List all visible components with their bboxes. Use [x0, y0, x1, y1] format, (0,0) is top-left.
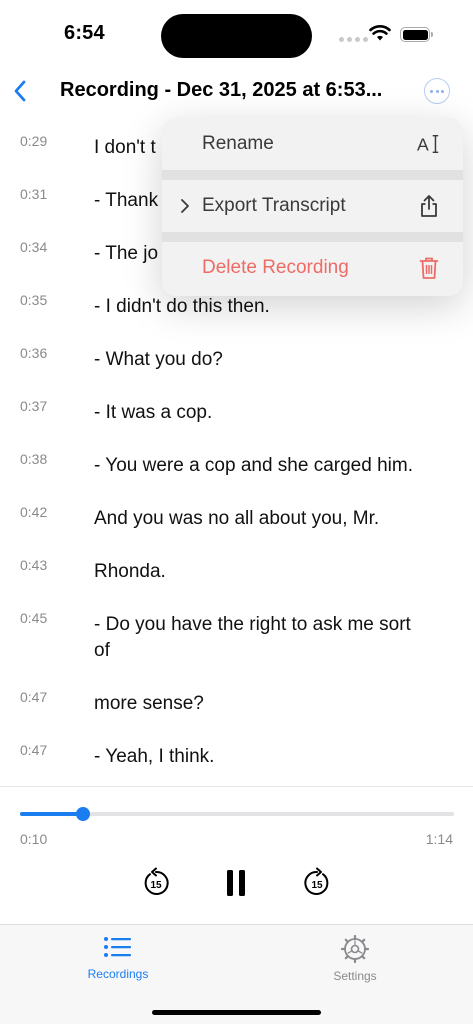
segment-timestamp: 0:37: [20, 398, 48, 414]
menu-separator: [162, 170, 463, 180]
rename-menu-item[interactable]: Rename A: [162, 118, 463, 170]
status-bar: 6:54: [0, 0, 473, 62]
cellular-signal-icon: [339, 37, 368, 42]
export-transcript-label: Export Transcript: [202, 195, 346, 216]
segment-text: And you was no all about you, Mr.: [94, 508, 380, 529]
back-button[interactable]: [8, 76, 32, 106]
tab-bar: Recordings Settings: [0, 924, 473, 1024]
menu-separator: [162, 232, 463, 242]
segment-timestamp: 0:35: [20, 292, 48, 308]
rename-label: Rename: [202, 133, 274, 154]
segment-text: - Yeah, I think.: [94, 746, 215, 767]
trash-icon: [417, 256, 441, 280]
segment-text: - Do you have the right to ask me sort o…: [94, 614, 411, 661]
chevron-right-icon: [181, 199, 189, 213]
tab-recordings[interactable]: Recordings: [58, 935, 178, 991]
svg-text:A: A: [417, 134, 429, 154]
text-cursor-icon: A: [417, 132, 441, 156]
share-icon: [417, 194, 441, 218]
progress-thumb[interactable]: [76, 807, 91, 821]
wifi-icon: [369, 24, 391, 47]
segment-timestamp: 0:29: [20, 133, 48, 149]
status-time: 6:54: [64, 22, 105, 44]
tab-settings-label: Settings: [333, 969, 377, 983]
segment-text: more sense?: [94, 693, 204, 714]
tab-settings[interactable]: Settings: [295, 935, 415, 991]
segment-timestamp: 0:45: [20, 610, 48, 626]
current-time: 0:10: [20, 831, 48, 847]
svg-text:15: 15: [311, 880, 323, 891]
segment-timestamp: 0:38: [20, 451, 48, 467]
segment-text: - What you do?: [94, 349, 223, 370]
pause-icon: [227, 870, 245, 896]
gear-icon: [341, 935, 369, 963]
nav-bar: Recording - Dec 31, 2025 at 6:53...: [0, 62, 473, 118]
svg-text:15: 15: [150, 880, 162, 891]
segment-text: Rhonda.: [94, 561, 166, 582]
tab-recordings-label: Recordings: [87, 967, 149, 981]
home-indicator: [152, 1010, 321, 1015]
progress-slider[interactable]: [20, 807, 454, 821]
total-time: 1:14: [425, 831, 453, 847]
list-icon: [104, 937, 131, 957]
skip-forward-15-icon: 15: [304, 867, 329, 895]
dynamic-island: [161, 14, 312, 58]
delete-recording-label: Delete Recording: [202, 257, 349, 278]
segment-text: - I didn't do this then.: [94, 296, 270, 317]
skip-back-15-icon: 15: [144, 867, 169, 895]
segment-timestamp: 0:34: [20, 239, 48, 255]
battery-icon: [400, 27, 433, 42]
segment-timestamp: 0:36: [20, 345, 48, 361]
export-transcript-menu-item[interactable]: Export Transcript: [162, 180, 463, 232]
progress-fill: [20, 812, 84, 816]
skip-back-button[interactable]: 15: [140, 867, 172, 899]
segment-timestamp: 0:31: [20, 186, 48, 202]
more-dots-icon: [430, 89, 433, 93]
skip-forward-button[interactable]: 15: [301, 867, 333, 899]
page-title: Recording - Dec 31, 2025 at 6:53...: [60, 79, 383, 101]
pause-button[interactable]: [220, 867, 252, 899]
more-options-button[interactable]: [424, 78, 450, 104]
context-menu: Rename A Export Transcript Delete Record…: [162, 118, 463, 296]
segment-timestamp: 0:47: [20, 742, 48, 758]
segment-timestamp: 0:42: [20, 504, 48, 520]
segment-timestamp: 0:43: [20, 557, 48, 573]
audio-player: 0:10 1:14 15 15: [0, 786, 473, 924]
segment-text: - You were a cop and she carged him.: [94, 455, 413, 476]
delete-recording-menu-item[interactable]: Delete Recording: [162, 242, 463, 294]
segment-text: - It was a cop.: [94, 402, 213, 423]
chevron-left-icon: [14, 80, 26, 102]
segment-timestamp: 0:47: [20, 689, 48, 705]
